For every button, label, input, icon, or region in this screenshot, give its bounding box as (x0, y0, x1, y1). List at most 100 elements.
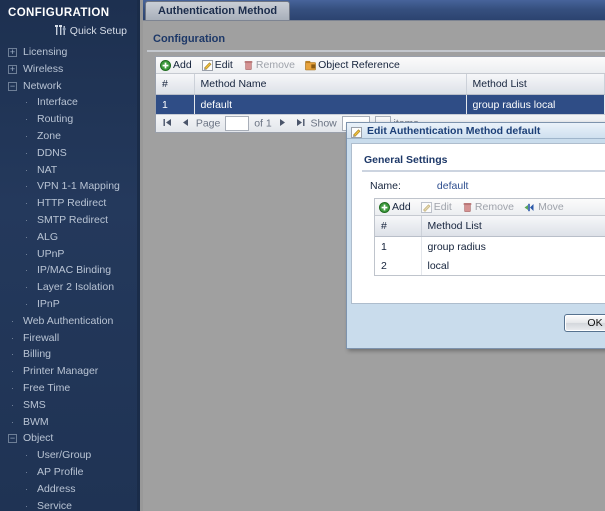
first-page-icon[interactable] (163, 118, 172, 130)
add-circle-icon (160, 60, 171, 75)
dialog-table-header-row: #Method List (375, 216, 605, 237)
sidebar-item-service[interactable]: ·Service (0, 498, 137, 511)
sidebar-item-label: Routing (36, 113, 74, 125)
sidebar-item-vpn-1-1-mapping[interactable]: ·VPN 1-1 Mapping (0, 178, 137, 195)
row-index: 1 (156, 95, 194, 115)
expand-icon[interactable]: + (8, 65, 17, 74)
dialog-edit-label: Edit (434, 201, 452, 213)
sidebar-item-smtp-redirect[interactable]: ·SMTP Redirect (0, 212, 137, 229)
sidebar-item-wireless[interactable]: +Wireless (0, 61, 137, 78)
quick-setup-button[interactable]: Quick Setup (0, 19, 137, 44)
sidebar-item-ddns[interactable]: ·DDNS (0, 145, 137, 162)
bullet-icon: · (22, 447, 31, 464)
dialog-remove-button[interactable]: Remove (462, 201, 514, 217)
sidebar-item-label: ALG (36, 231, 59, 243)
pencil-icon (351, 127, 362, 140)
sidebar-item-printer-manager[interactable]: ·Printer Manager (0, 363, 137, 380)
dialog-table-row[interactable]: 2local (375, 256, 605, 275)
bullet-icon: · (22, 178, 31, 195)
dialog-remove-label: Remove (475, 201, 514, 213)
bullet-icon: · (22, 162, 31, 179)
page-label: Page (196, 117, 221, 129)
method-list-toolbar: Add Edit (375, 199, 605, 216)
sidebar-item-user-group[interactable]: ·User/Group (0, 447, 137, 464)
dialog-move-button[interactable]: Move (524, 201, 564, 217)
dialog-column-header-method-list[interactable]: Method List (421, 216, 605, 237)
dialog-column-header-index[interactable]: # (375, 216, 421, 237)
sidebar-item-interface[interactable]: ·Interface (0, 94, 137, 111)
add-button[interactable]: Add (160, 59, 192, 75)
wizard-icon (55, 25, 67, 39)
sidebar-item-sms[interactable]: ·SMS (0, 397, 137, 414)
sidebar-item-nat[interactable]: ·NAT (0, 162, 137, 179)
sidebar-item-firewall[interactable]: ·Firewall (0, 330, 137, 347)
sidebar-item-label: Layer 2 Isolation (36, 281, 115, 293)
sidebar-item-address[interactable]: · Address (0, 481, 137, 498)
bullet-icon: · (22, 296, 31, 313)
sidebar-item-ap-profile[interactable]: ·AP Profile (0, 464, 137, 481)
expand-icon[interactable]: + (8, 48, 17, 57)
bullet-icon: · (8, 313, 17, 330)
sidebar-item-http-redirect[interactable]: ·HTTP Redirect (0, 195, 137, 212)
bullet-icon: · (22, 464, 31, 481)
dialog-add-button[interactable]: Add (379, 201, 411, 217)
sidebar-item-upnp[interactable]: · UPnP (0, 246, 137, 263)
prev-page-icon[interactable] (181, 118, 190, 130)
add-label: Add (173, 59, 192, 71)
table-row[interactable]: 1defaultgroup radius local (156, 95, 605, 115)
table-body: 1defaultgroup radius local (156, 95, 605, 115)
sidebar-item-label: IP/MAC Binding (36, 264, 112, 276)
sidebar-item-billing[interactable]: ·Billing (0, 346, 137, 363)
method-list-panel: Add Edit (374, 198, 605, 276)
sidebar-nav: +Licensing+Wireless−Network·Interface·Ro… (0, 44, 137, 511)
sidebar-item-label: Address (36, 483, 77, 495)
column-header-method-name[interactable]: Method Name (194, 74, 466, 95)
dialog-table-row[interactable]: 1group radius (375, 237, 605, 257)
last-page-icon[interactable] (296, 118, 305, 130)
bullet-icon: · (22, 279, 31, 296)
collapse-icon[interactable]: − (8, 82, 17, 91)
object-reference-button[interactable]: Object Reference (305, 59, 400, 75)
sidebar-item-alg[interactable]: · ALG (0, 229, 137, 246)
dialog-edit-button[interactable]: Edit (421, 201, 452, 217)
sidebar: CONFIGURATION Quick Setup +Licensing+Wir… (0, 0, 140, 511)
sidebar-item-label: HTTP Redirect (36, 197, 107, 209)
sidebar-item-label: Web Authentication (22, 315, 114, 327)
sidebar-item-label: Service (36, 500, 73, 511)
sidebar-item-label: DDNS (36, 147, 68, 159)
sidebar-item-routing[interactable]: ·Routing (0, 111, 137, 128)
bullet-icon: · (22, 229, 31, 246)
collapse-icon[interactable]: − (8, 434, 17, 443)
row-method-name: default (194, 95, 466, 115)
remove-button[interactable]: Remove (243, 59, 295, 75)
sidebar-item-label: Licensing (22, 46, 68, 58)
bullet-icon: · (8, 380, 17, 397)
dialog-row-index: 2 (375, 256, 421, 275)
tab-authentication-method[interactable]: Authentication Method (145, 1, 290, 20)
sidebar-item-licensing[interactable]: + Licensing (0, 44, 137, 61)
bullet-icon: · (22, 481, 31, 498)
sidebar-item-label: Object (22, 432, 54, 444)
page-number-input[interactable] (225, 116, 249, 131)
sidebar-item-ip-mac-binding[interactable]: ·IP/MAC Binding (0, 262, 137, 279)
sidebar-item-bwm[interactable]: ·BWM (0, 414, 137, 431)
ok-button[interactable]: OK (564, 314, 605, 332)
sidebar-item-ipnp[interactable]: · IPnP (0, 296, 137, 313)
sidebar-item-object[interactable]: −Object (0, 430, 137, 447)
dialog-move-label: Move (538, 201, 564, 213)
sidebar-item-free-time[interactable]: ·Free Time (0, 380, 137, 397)
bullet-icon: · (22, 246, 31, 263)
column-header-index[interactable]: # (156, 74, 194, 95)
sidebar-item-label: IPnP (36, 298, 61, 310)
trash-icon (243, 60, 254, 75)
sidebar-item-web-authentication[interactable]: · Web Authentication (0, 313, 137, 330)
name-value: default (437, 180, 469, 192)
sidebar-item-zone[interactable]: ·Zone (0, 128, 137, 145)
column-header-method-list[interactable]: Method List (466, 74, 605, 95)
next-page-icon[interactable] (278, 118, 287, 130)
sidebar-item-layer-2-isolation[interactable]: · Layer 2 Isolation (0, 279, 137, 296)
sidebar-item-network[interactable]: −Network (0, 78, 137, 95)
sidebar-item-label: UPnP (36, 248, 65, 260)
name-label: Name: (370, 180, 434, 192)
edit-button[interactable]: Edit (202, 59, 233, 75)
